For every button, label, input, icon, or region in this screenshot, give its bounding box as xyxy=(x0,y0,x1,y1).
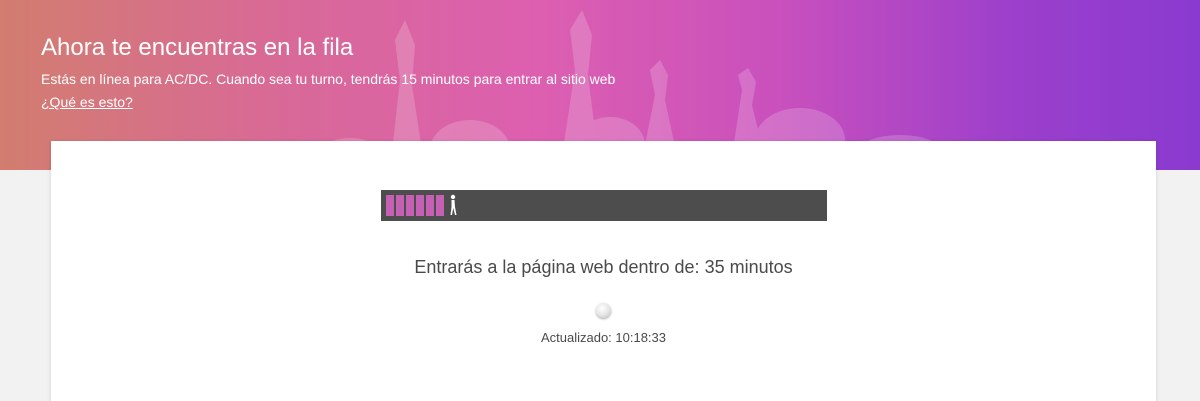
queue-status-card: Entrarás a la página web dentro de: 35 m… xyxy=(51,141,1156,401)
last-updated-text: Actualizado: 10:18:33 xyxy=(540,330,667,345)
progress-segment xyxy=(416,195,424,216)
queue-description: Estás en línea para AC/DC. Cuando sea tu… xyxy=(41,71,616,87)
progress-segment xyxy=(386,195,394,216)
what-is-this-link[interactable]: ¿Qué es esto? xyxy=(41,94,133,110)
progress-segment xyxy=(426,195,434,216)
page-title: Ahora te encuentras en la fila xyxy=(41,34,354,61)
progress-segment xyxy=(396,195,404,216)
estimated-wait-text: Entrarás a la página web dentro de: 35 m… xyxy=(414,257,793,277)
walking-person-icon xyxy=(450,194,457,215)
progress-segment xyxy=(406,195,414,216)
progress-segment xyxy=(436,195,444,216)
queue-progress-bar xyxy=(381,190,827,221)
loading-spinner-icon xyxy=(596,303,611,318)
queue-progress-fill xyxy=(386,195,444,216)
